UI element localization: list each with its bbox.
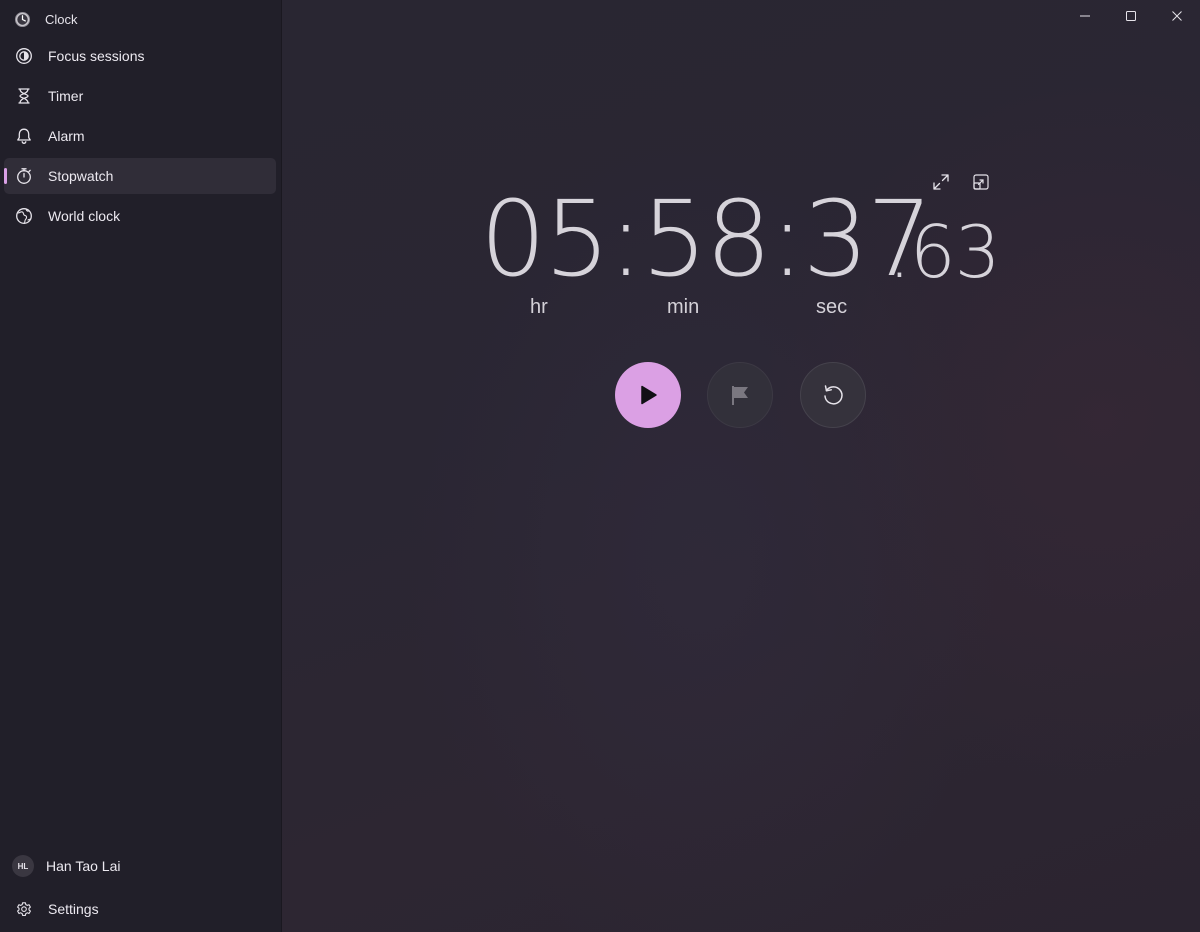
start-button[interactable] bbox=[615, 362, 681, 428]
stopwatch-icon bbox=[15, 167, 33, 185]
sidebar-item-label: Alarm bbox=[48, 128, 85, 144]
clock-app-icon bbox=[14, 11, 31, 28]
sidebar-item-label: Focus sessions bbox=[48, 48, 145, 64]
minimize-button[interactable] bbox=[1062, 0, 1108, 32]
sidebar-item-timer[interactable]: Timer bbox=[4, 78, 276, 114]
selected-indicator bbox=[4, 168, 7, 184]
app-title-bar: Clock bbox=[14, 9, 78, 29]
stopwatch-time-main: 05:58:37 bbox=[480, 178, 933, 300]
seconds-label: sec bbox=[816, 296, 848, 318]
sidebar-nav: Focus sessions Timer Alarm Stopwatch Wor… bbox=[4, 38, 276, 238]
minimize-icon bbox=[1080, 15, 1090, 17]
maximize-button[interactable] bbox=[1108, 0, 1154, 32]
bell-icon bbox=[15, 127, 33, 145]
flag-icon bbox=[732, 386, 748, 405]
user-profile[interactable]: HL Han Tao Lai bbox=[12, 855, 120, 877]
gear-icon bbox=[15, 900, 33, 918]
close-icon bbox=[1172, 11, 1182, 21]
app-title: Clock bbox=[45, 11, 78, 27]
sidebar-item-label: World clock bbox=[48, 208, 121, 224]
hourglass-icon bbox=[15, 87, 33, 105]
sidebar-item-label: Timer bbox=[48, 88, 84, 104]
stopwatch-page: 05:58:37 .63 hr min sec bbox=[282, 0, 1200, 932]
sidebar-item-alarm[interactable]: Alarm bbox=[4, 118, 276, 154]
lap-button[interactable] bbox=[707, 362, 773, 428]
sidebar-item-label: Stopwatch bbox=[48, 168, 114, 184]
clock-window: Clock Focus sessions Timer Alarm Stopwat… bbox=[0, 0, 1200, 932]
focus-icon bbox=[15, 47, 33, 65]
sidebar-item-focus-sessions[interactable]: Focus sessions bbox=[4, 38, 276, 74]
sidebar: Clock Focus sessions Timer Alarm Stopwat… bbox=[0, 0, 282, 932]
globe-icon bbox=[15, 207, 33, 225]
sidebar-item-stopwatch[interactable]: Stopwatch bbox=[4, 158, 276, 194]
reset-icon bbox=[824, 385, 843, 405]
stopwatch-time: 05:58:37 .63 bbox=[480, 178, 1001, 300]
maximize-icon bbox=[1126, 11, 1136, 21]
play-icon bbox=[641, 385, 657, 405]
sidebar-item-settings[interactable]: Settings bbox=[4, 891, 276, 927]
close-button[interactable] bbox=[1154, 0, 1200, 32]
reset-button[interactable] bbox=[800, 362, 866, 428]
avatar: HL bbox=[12, 855, 34, 877]
minutes-label: min bbox=[667, 296, 700, 318]
window-controls bbox=[1062, 0, 1200, 32]
sidebar-item-world-clock[interactable]: World clock bbox=[4, 198, 276, 234]
hours-label: hr bbox=[530, 296, 548, 318]
user-name: Han Tao Lai bbox=[46, 858, 121, 874]
settings-label: Settings bbox=[48, 901, 99, 917]
stopwatch-time-fraction: .63 bbox=[888, 210, 1001, 294]
